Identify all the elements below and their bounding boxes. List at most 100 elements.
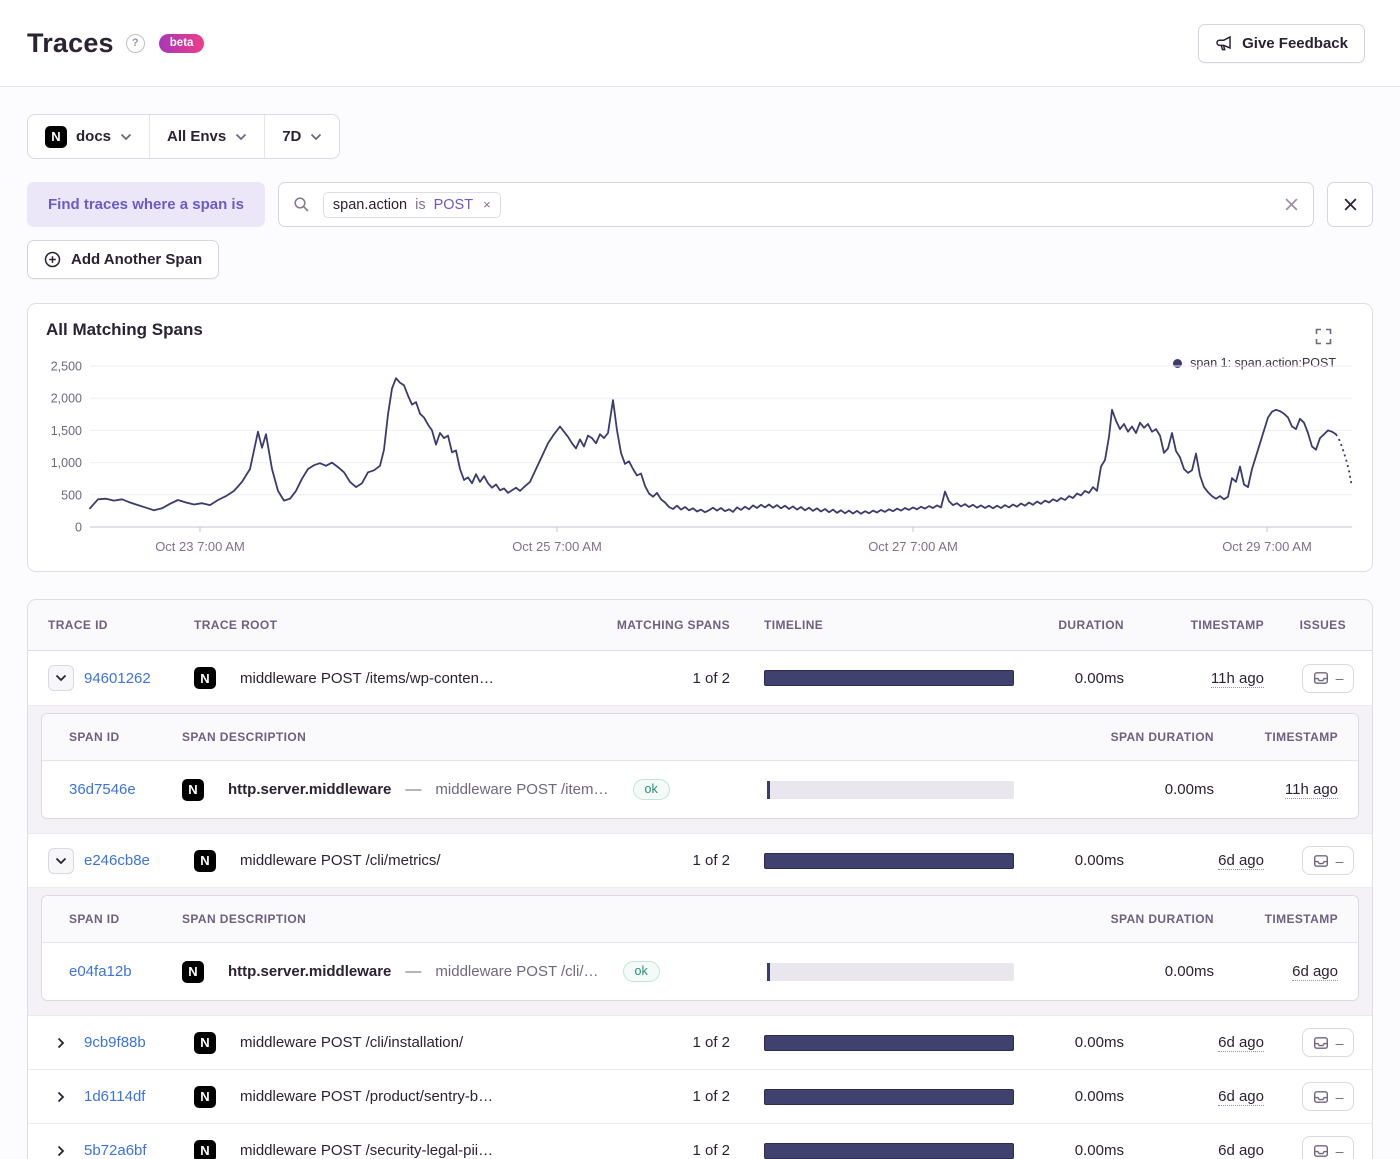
trace-duration: 0.00ms bbox=[1026, 1088, 1138, 1105]
span-id-link[interactable]: 36d7546e bbox=[69, 781, 136, 798]
nextjs-icon: N bbox=[194, 1086, 216, 1108]
expand-trace-chevron[interactable] bbox=[48, 665, 74, 691]
svg-text:0: 0 bbox=[75, 521, 82, 535]
trace-timestamp[interactable]: 6d ago bbox=[1218, 1142, 1264, 1159]
trace-timestamp[interactable]: 6d ago bbox=[1218, 1034, 1264, 1052]
beta-badge: beta bbox=[159, 34, 205, 53]
column-header-span-timestamp: TIMESTAMP bbox=[1228, 912, 1358, 926]
expand-trace-chevron[interactable] bbox=[48, 848, 74, 874]
chart-title: All Matching Spans bbox=[46, 320, 203, 340]
trace-row: 9cb9f88b N middleware POST /cli/installa… bbox=[28, 1015, 1372, 1069]
span-query-row: Find traces where a span is span.action … bbox=[27, 182, 1373, 227]
matching-spans-count: 1 of 2 bbox=[594, 1088, 744, 1105]
close-icon bbox=[1343, 197, 1358, 212]
trace-timeline-bar bbox=[764, 853, 1014, 869]
span-status-badge: ok bbox=[623, 961, 660, 982]
chevron-down-icon bbox=[55, 674, 67, 682]
add-another-span-button[interactable]: Add Another Span bbox=[27, 240, 219, 279]
filter-token[interactable]: span.action is POST × bbox=[323, 192, 501, 218]
chevron-down-icon bbox=[235, 133, 247, 141]
column-header-span-description: SPAN DESCRIPTION bbox=[168, 912, 756, 926]
trace-timeline-bar bbox=[764, 670, 1014, 686]
chevron-right-icon bbox=[57, 1145, 65, 1157]
page-header: Traces ? beta Give Feedback bbox=[0, 0, 1400, 87]
chevron-down-icon bbox=[310, 133, 322, 141]
trace-id-link[interactable]: 1d6114df bbox=[84, 1088, 145, 1105]
svg-text:Oct 25 7:00 AM: Oct 25 7:00 AM bbox=[512, 539, 602, 554]
token-value: POST bbox=[434, 197, 473, 213]
trace-timestamp[interactable]: 11h ago bbox=[1211, 670, 1264, 688]
issues-button[interactable]: – bbox=[1302, 1136, 1355, 1159]
page-filter-bar: N docs All Envs 7D bbox=[27, 114, 340, 159]
column-header-span-duration: SPAN DURATION bbox=[1038, 912, 1228, 926]
span-row: 36d7546e N http.server.middleware — midd… bbox=[42, 761, 1358, 818]
trace-root-text: middleware POST /product/sentry-b… bbox=[240, 1088, 493, 1105]
trace-id-link[interactable]: 5b72a6bf bbox=[84, 1142, 147, 1159]
issues-count-placeholder: – bbox=[1336, 853, 1344, 869]
chevron-right-icon bbox=[57, 1037, 65, 1049]
remove-span-filter-button[interactable] bbox=[1327, 182, 1373, 227]
trace-row: 5b72a6bf N middleware POST /security-leg… bbox=[28, 1123, 1372, 1159]
trace-duration: 0.00ms bbox=[1026, 852, 1138, 869]
span-description: middleware POST /cli/… bbox=[435, 963, 598, 980]
trace-id-link[interactable]: 9cb9f88b bbox=[84, 1034, 146, 1051]
matching-spans-count: 1 of 2 bbox=[594, 1034, 744, 1051]
trace-id-link[interactable]: 94601262 bbox=[84, 670, 151, 687]
span-subtable-header: SPAN ID SPAN DESCRIPTION SPAN DURATION T… bbox=[42, 714, 1358, 761]
megaphone-icon bbox=[1215, 35, 1233, 52]
give-feedback-button[interactable]: Give Feedback bbox=[1198, 24, 1365, 63]
span-op: http.server.middleware bbox=[228, 781, 391, 798]
span-subtable-wrap: SPAN ID SPAN DESCRIPTION SPAN DURATION T… bbox=[28, 705, 1372, 833]
trace-timestamp[interactable]: 6d ago bbox=[1218, 852, 1264, 870]
span-description: middleware POST /item… bbox=[435, 781, 608, 798]
traces-table: TRACE ID TRACE ROOT MATCHING SPANS TIMEL… bbox=[27, 599, 1373, 1159]
matching-spans-count: 1 of 2 bbox=[594, 1142, 744, 1159]
expand-trace-chevron[interactable] bbox=[48, 1138, 74, 1159]
trace-timeline-bar bbox=[764, 1035, 1014, 1051]
all-matching-spans-panel: All Matching Spans span 1: span.action:P… bbox=[27, 303, 1373, 572]
span-id-link[interactable]: e04fa12b bbox=[69, 963, 132, 980]
column-header-timestamp: TIMESTAMP bbox=[1138, 618, 1284, 632]
trace-id-link[interactable]: e246cb8e bbox=[84, 852, 150, 869]
issues-icon bbox=[1313, 670, 1329, 686]
expand-trace-chevron[interactable] bbox=[48, 1084, 74, 1110]
svg-text:Oct 23 7:00 AM: Oct 23 7:00 AM bbox=[155, 539, 245, 554]
svg-text:1,000: 1,000 bbox=[51, 456, 82, 470]
expand-chart-button[interactable] bbox=[1315, 328, 1332, 348]
span-timeline-track bbox=[767, 963, 1014, 981]
trace-row: 1d6114df N middleware POST /product/sent… bbox=[28, 1069, 1372, 1123]
span-search-input[interactable]: span.action is POST × bbox=[278, 182, 1314, 227]
help-icon[interactable]: ? bbox=[126, 34, 145, 53]
issues-icon bbox=[1313, 1089, 1329, 1105]
expand-trace-chevron[interactable] bbox=[48, 1030, 74, 1056]
issues-button[interactable]: – bbox=[1302, 1082, 1355, 1111]
span-timestamp[interactable]: 11h ago bbox=[1285, 781, 1338, 799]
issues-button[interactable]: – bbox=[1302, 664, 1355, 693]
date-range-selector[interactable]: 7D bbox=[264, 115, 339, 158]
environment-selector[interactable]: All Envs bbox=[149, 115, 264, 158]
nextjs-icon: N bbox=[182, 779, 204, 801]
nextjs-project-icon: N bbox=[45, 126, 67, 148]
issues-icon bbox=[1313, 1143, 1329, 1159]
project-selector[interactable]: N docs bbox=[28, 115, 149, 158]
trace-table-body: 94601262 N middleware POST /items/wp-con… bbox=[28, 651, 1372, 1159]
issues-button[interactable]: – bbox=[1302, 1028, 1355, 1057]
trace-duration: 0.00ms bbox=[1026, 670, 1138, 687]
trace-timeline-bar bbox=[764, 1143, 1014, 1159]
token-remove-icon[interactable]: × bbox=[481, 197, 491, 212]
svg-text:Oct 29 7:00 AM: Oct 29 7:00 AM bbox=[1222, 539, 1312, 554]
trace-timestamp[interactable]: 6d ago bbox=[1218, 1088, 1264, 1106]
traces-page: Traces ? beta Give Feedback N docs All E… bbox=[0, 0, 1400, 1159]
chevron-down-icon bbox=[120, 133, 132, 141]
nextjs-icon: N bbox=[194, 1140, 216, 1159]
chevron-down-icon bbox=[55, 857, 67, 865]
trace-root-text: middleware POST /cli/installation/ bbox=[240, 1034, 463, 1051]
matching-spans-count: 1 of 2 bbox=[594, 670, 744, 687]
issues-button[interactable]: – bbox=[1302, 846, 1355, 875]
trace-row: 94601262 N middleware POST /items/wp-con… bbox=[28, 651, 1372, 705]
span-subtable-header: SPAN ID SPAN DESCRIPTION SPAN DURATION T… bbox=[42, 896, 1358, 943]
span-timestamp[interactable]: 6d ago bbox=[1292, 963, 1338, 981]
clear-search-icon[interactable] bbox=[1284, 197, 1299, 212]
trace-root-text: middleware POST /items/wp-conten… bbox=[240, 670, 494, 687]
nextjs-icon: N bbox=[194, 850, 216, 872]
